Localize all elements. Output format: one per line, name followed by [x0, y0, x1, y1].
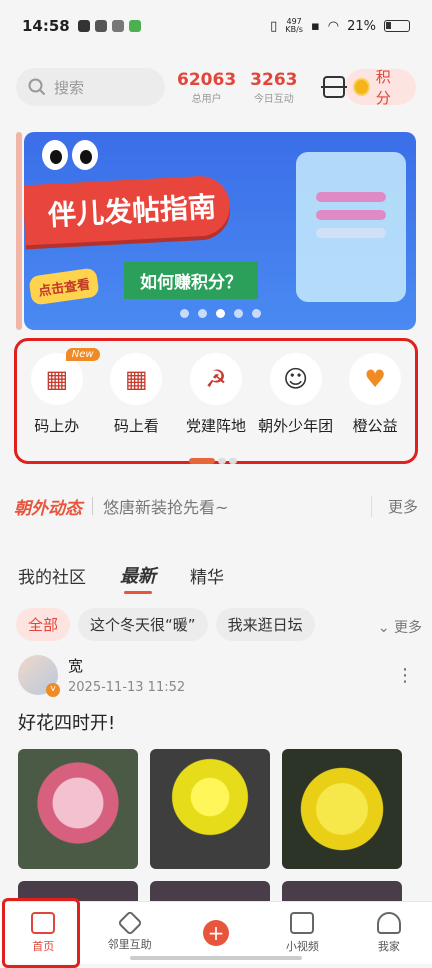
search-icon	[28, 78, 46, 96]
chevron-down-icon: ⌄	[377, 620, 390, 636]
nav-my-home[interactable]: 我家	[346, 902, 432, 964]
quick-item-label: 码上看	[113, 417, 159, 435]
news-more-button[interactable]: 更多	[370, 495, 418, 517]
quick-item-party[interactable]: ☭ 党建阵地	[177, 353, 255, 436]
search-input[interactable]: 搜索	[16, 68, 165, 106]
banner-subtitle: 如何赚积分？	[124, 262, 258, 299]
net-speed-unit: KB/s	[285, 25, 303, 34]
post-author[interactable]: 宽	[68, 655, 185, 676]
nav-short-video[interactable]: 小视频	[259, 902, 345, 964]
tab-featured[interactable]: 精华	[190, 563, 224, 588]
stat-label: 今日互动	[253, 93, 294, 105]
points-label: 积分	[375, 68, 391, 107]
quick-item-code-view[interactable]: ▦ 码上看	[97, 353, 175, 436]
nav-neighbor-help[interactable]: 邻里互助	[86, 902, 172, 964]
notification-icon	[77, 20, 90, 32]
quick-actions: New ▦ 码上办 ▦ 码上看 ☭ 党建阵地 ☺ 朝外少年团 ♥ 橙公益	[14, 338, 418, 464]
stat-value: 62063	[177, 69, 237, 90]
post-image[interactable]	[18, 749, 138, 869]
news-headline[interactable]: 悠唐新装抢先看~	[103, 494, 371, 518]
party-emblem-icon: ☭	[189, 353, 242, 405]
battery-percent: 21%	[347, 18, 376, 34]
quick-item-charity[interactable]: ♥ 橙公益	[336, 353, 414, 436]
wifi-icon: ◠	[327, 18, 340, 34]
carousel-dot[interactable]	[251, 309, 261, 318]
quick-item-label: 码上办	[34, 417, 80, 435]
highlight-box	[2, 898, 80, 968]
plus-icon: +	[203, 920, 230, 946]
banner-carousel[interactable]: 伴儿发帖指南 如何赚积分？ 点击查看	[24, 132, 416, 330]
notification-icon	[128, 20, 141, 32]
carousel-dot[interactable]	[215, 309, 225, 318]
scan-icon[interactable]	[321, 76, 347, 98]
feed-tabs: 我的社区 最新 精华	[18, 562, 224, 594]
stat-value: 3263	[250, 69, 298, 90]
avatar[interactable]	[18, 655, 60, 697]
carousel-dot[interactable]	[179, 309, 189, 318]
chip-all[interactable]: 全部	[16, 607, 71, 641]
chip-topic[interactable]: 我来逛日坛	[215, 607, 315, 641]
carousel-dot[interactable]	[197, 309, 207, 318]
sim-icon: ▪	[310, 18, 320, 34]
chips-more-button[interactable]: ⌄ 更多	[371, 617, 422, 637]
banner-prev-peek[interactable]	[16, 132, 22, 330]
post-time: 2025-11-13 11:52	[68, 680, 186, 695]
post-card[interactable]: 宽 2025-11-13 11:52 ⋮ 好花四时开!	[0, 655, 432, 921]
battery-icon	[384, 20, 410, 32]
quick-item-code-office[interactable]: New ▦ 码上办	[18, 348, 100, 436]
notification-icon	[111, 20, 124, 32]
chip-topic[interactable]: 这个冬天很“暖”	[78, 607, 208, 641]
stat-today-interactions: 3263 今日互动	[250, 70, 297, 105]
status-bar: 14:58 ▯ 497 KB/s ▪ ◠ 21%	[0, 0, 432, 52]
coin-icon	[352, 78, 370, 96]
vibrate-icon: ▯	[270, 18, 278, 34]
bottom-nav: 首页 邻里互助 + 小视频 我家	[0, 898, 432, 968]
nav-label: 我家	[377, 940, 400, 953]
nav-label: 小视频	[285, 940, 319, 953]
tab-latest[interactable]: 最新	[120, 562, 156, 594]
status-time: 14:58	[22, 17, 70, 35]
news-brand: 朝外动态	[14, 498, 82, 519]
carousel-dot[interactable]	[233, 309, 243, 318]
chips-more-label: 更多	[394, 620, 422, 636]
stat-total-users: 62063 总用户	[177, 70, 236, 105]
post-text: 好花四时开!	[18, 713, 116, 734]
gesture-bar[interactable]	[130, 956, 302, 960]
nav-label: 邻里互助	[107, 938, 152, 951]
nav-home[interactable]: 首页	[0, 898, 86, 968]
quick-item-label: 橙公益	[352, 417, 398, 435]
stat-label: 总用户	[191, 93, 222, 105]
points-button[interactable]: 积分	[344, 68, 416, 107]
search-placeholder: 搜索	[54, 78, 85, 97]
quick-item-youth[interactable]: ☺ 朝外少年团	[257, 353, 335, 436]
topic-chips: 全部 这个冬天很“暖” 我来逛日坛	[16, 607, 422, 641]
news-ticker[interactable]: 朝外动态 悠唐新装抢先看~ 更多	[0, 480, 432, 532]
page-indicator	[189, 458, 237, 464]
chaowai-view-icon: ▦	[110, 353, 163, 405]
hand-orange-icon: ♥	[349, 353, 402, 405]
handshake-icon	[116, 910, 143, 936]
post-image[interactable]	[282, 749, 402, 869]
tab-my-community[interactable]: 我的社区	[18, 563, 86, 588]
more-icon[interactable]: ⋮	[396, 665, 414, 686]
kid-face-icon: ☺	[269, 353, 322, 405]
mascot-eyes-icon	[42, 140, 98, 170]
screen-illustration	[296, 152, 406, 302]
quick-item-label: 党建阵地	[185, 417, 246, 435]
user-icon	[376, 912, 401, 934]
banner-title: 伴儿发帖指南	[24, 174, 232, 246]
video-icon	[290, 912, 315, 934]
banner-cta: 点击查看	[28, 267, 100, 306]
new-badge: New	[65, 348, 100, 361]
nav-post[interactable]: +	[173, 902, 259, 964]
stats: 62063 总用户 3263 今日互动	[177, 70, 297, 105]
quick-item-label: 朝外少年团	[258, 417, 334, 435]
notification-icon	[94, 20, 107, 32]
net-speed: 497 KB/s	[285, 18, 303, 34]
carousel-dots	[24, 309, 416, 318]
post-image[interactable]	[150, 749, 270, 869]
top-bar: 搜索 62063 总用户 3263 今日互动 积分	[16, 62, 416, 112]
